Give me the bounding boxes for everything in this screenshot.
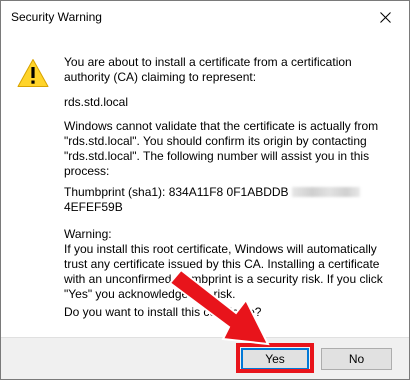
validation-text: Windows cannot validate that the certifi… [64,119,379,178]
warning-icon [17,59,49,87]
warning-block: Warning: If you install this root certif… [64,227,392,302]
question-text: Do you want to install this certificate? [64,305,262,319]
window-title: Security Warning [11,10,102,24]
close-icon [380,12,391,23]
title-bar[interactable]: Security Warning [1,1,409,34]
warning-text: If you install this root certificate, Wi… [64,242,383,301]
no-button[interactable]: No [321,348,392,370]
host-name: rds.std.local [64,95,129,109]
thumbprint-label: Thumbprint (sha1): 834A11F8 0F1ABDDB [64,185,289,199]
redacted-thumbprint [291,187,360,197]
yes-button[interactable]: Yes [241,348,309,370]
warning-title: Warning: [64,227,112,241]
intro-text: You are about to install a certificate f… [64,55,352,84]
thumbprint-end: 4EFEF59B [64,200,123,214]
security-warning-dialog: Security Warning You are about to instal… [0,0,410,380]
close-button[interactable] [363,1,409,34]
thumbprint: Thumbprint (sha1): 834A11F8 0F1ABDDB 4EF… [64,185,394,215]
